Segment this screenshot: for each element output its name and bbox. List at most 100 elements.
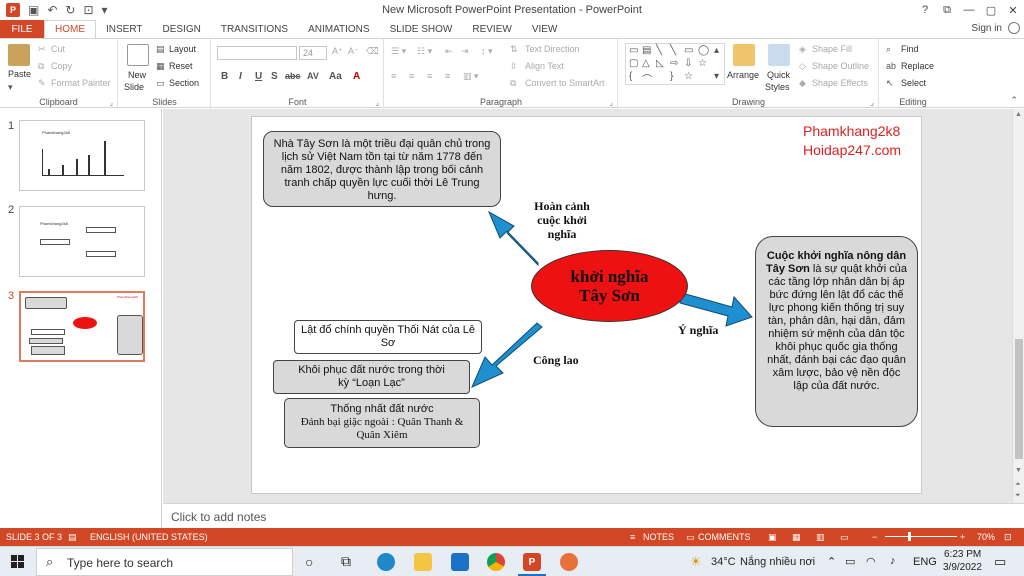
paste-dropdown-icon[interactable]: ▾ (8, 82, 13, 93)
achievement-unify-box[interactable]: Thống nhất đất nước Đánh bại giặc ngoài … (284, 398, 480, 448)
format-painter-icon[interactable]: ✎ (38, 78, 46, 89)
italic-button[interactable]: I (239, 71, 242, 82)
weather-temp[interactable]: 34°C (711, 556, 736, 568)
weather-icon[interactable]: ☀ (690, 554, 702, 570)
shapes-gallery[interactable]: ▭ ▤ ╲ ╲ ▭ ◯ ▢ △ ◺ ⇨ ⇩ ☆ { ⌒ } ☆ ▴ ▾ (625, 43, 725, 86)
scrollbar-thumb[interactable] (1015, 339, 1023, 459)
quick-styles-icon[interactable] (768, 44, 790, 66)
grow-font-icon[interactable]: A⁺ (332, 46, 343, 57)
new-slide-icon[interactable] (127, 44, 149, 66)
previous-slide-icon[interactable]: ⏶ (1015, 481, 1021, 489)
scroll-down-icon[interactable]: ▼ (1015, 467, 1022, 474)
shape-fill-icon[interactable]: ◈ (799, 44, 806, 55)
copy-button[interactable]: Copy (51, 61, 72, 71)
arrow-to-conglao[interactable] (471, 322, 543, 388)
copy-icon[interactable]: ⧉ (38, 61, 44, 72)
decrease-indent-icon[interactable]: ⇤ (445, 46, 453, 57)
shape-fill-button[interactable]: Shape Fill (812, 44, 852, 54)
numbering-icon[interactable]: ☷ ▾ (417, 46, 432, 57)
new-slide-button-line2[interactable]: Slide (124, 82, 144, 92)
section-button[interactable]: Section (169, 78, 199, 88)
paste-icon[interactable] (8, 44, 30, 66)
slide-sorter-icon[interactable]: ▦ (792, 532, 801, 543)
zoom-out-icon[interactable]: − (872, 532, 877, 542)
shape-rectangle-icon[interactable]: ▭ (684, 45, 693, 56)
maximize-button[interactable]: ▢ (980, 0, 1002, 20)
notes-icon[interactable]: ≡ (630, 532, 635, 542)
font-size-combo[interactable]: 24 (299, 46, 327, 60)
sign-in-link[interactable]: Sign in (971, 23, 1002, 34)
clock-date[interactable]: 3/9/2022 (943, 562, 982, 573)
shape-bracket-icon[interactable]: } (670, 71, 673, 82)
start-windows-icon[interactable] (11, 555, 25, 569)
cortana-icon[interactable]: ○ (305, 554, 313, 570)
context-textbox[interactable]: Nhà Tây Sơn là một triều đại quân chủ tr… (263, 131, 501, 207)
network-icon[interactable]: ▭ (845, 555, 855, 568)
arrange-button[interactable]: Arrange (727, 70, 759, 80)
select-icon[interactable]: ↖ (886, 78, 894, 89)
zoom-level[interactable]: 70% (977, 532, 995, 542)
label-y-nghia[interactable]: Ý nghĩa (678, 323, 718, 337)
shape-ltriangle-icon[interactable]: ◺ (656, 58, 664, 69)
text-direction-button[interactable]: Text Direction (525, 44, 580, 54)
tab-review[interactable]: REVIEW (462, 20, 521, 38)
reading-view-icon[interactable]: ▥ (816, 532, 825, 543)
help-icon[interactable]: ? (914, 0, 936, 20)
taskbar-search[interactable]: ⌕ Type here to search (36, 548, 293, 576)
align-center-icon[interactable]: ≡ (409, 71, 414, 81)
comments-icon[interactable]: ▭ (686, 532, 695, 543)
shrink-font-icon[interactable]: A⁻ (348, 46, 359, 57)
powerpoint-taskbar-icon[interactable]: P (523, 553, 541, 571)
columns-icon[interactable]: ▥ ▾ (463, 71, 479, 82)
format-painter-button[interactable]: Format Painter (51, 78, 111, 88)
slide-3[interactable]: Nhà Tây Sơn là một triều đại quân chủ tr… (251, 116, 922, 494)
shape-textbox-icon[interactable]: ▤ (642, 45, 651, 56)
clipboard-launcher-icon[interactable]: ⌟ (109, 98, 113, 107)
file-explorer-icon[interactable] (414, 553, 432, 571)
meaning-textbox[interactable]: Cuộc khởi nghĩa nông dân Tây Sơn là sự q… (755, 236, 918, 427)
shape-brace-icon[interactable]: { (629, 71, 632, 82)
section-icon[interactable]: ▭ (156, 78, 165, 89)
watermark-author[interactable]: Phamkhang2k8 (803, 122, 900, 141)
zoom-slider-knob[interactable] (908, 532, 911, 541)
increase-indent-icon[interactable]: ⇥ (461, 46, 469, 57)
fit-slide-icon[interactable]: ⊡ (1004, 532, 1012, 543)
zoom-in-icon[interactable]: + (960, 532, 965, 542)
arrange-icon[interactable] (733, 44, 755, 66)
quick-styles-button[interactable]: Quick (767, 70, 790, 80)
achievement-overthrow-box[interactable]: Lật đổ chính quyền Thối Nát của Lê Sơ (294, 320, 482, 354)
notifications-icon[interactable]: ▭ (994, 554, 1006, 570)
cut-button[interactable]: Cut (51, 44, 65, 54)
select-button[interactable]: Select (901, 78, 926, 88)
center-ellipse[interactable]: khởi nghĩa Tây Sơn (531, 250, 688, 322)
shape-triangle-icon[interactable]: △ (642, 58, 650, 69)
clock-time[interactable]: 6:23 PM (944, 549, 981, 560)
find-icon[interactable]: ⌕ (886, 44, 891, 55)
redo-icon[interactable]: ↻ (65, 3, 75, 17)
close-button[interactable]: ✕ (1002, 0, 1024, 20)
notes-pane[interactable]: Click to add notes (163, 503, 1024, 528)
text-direction-icon[interactable]: ⇅ (510, 44, 518, 55)
shape-rect-icon[interactable]: ▭ (629, 45, 638, 56)
notes-placeholder[interactable]: Click to add notes (171, 510, 266, 524)
tab-transitions[interactable]: TRANSITIONS (211, 20, 298, 38)
notes-toggle[interactable]: NOTES (643, 532, 674, 542)
shape-down-arrow-icon[interactable]: ⇩ (684, 58, 692, 69)
chrome-icon[interactable] (487, 553, 505, 571)
label-hoan-canh[interactable]: Hoàn cảnh cuộc khởi nghĩa (522, 199, 602, 241)
slideshow-icon[interactable]: ▭ (840, 532, 849, 543)
shapes-more-icon[interactable]: ▾ (714, 71, 719, 82)
snipping-tool-icon[interactable] (560, 553, 578, 571)
slide-thumbnail-2[interactable]: Phamkhang2k8 (19, 206, 145, 277)
strikethrough-button[interactable]: abc (285, 71, 301, 81)
feedback-smiley-icon[interactable] (1008, 22, 1020, 34)
undo-icon[interactable]: ↶ (47, 3, 57, 17)
edge-icon[interactable] (377, 553, 395, 571)
font-name-combo[interactable] (217, 46, 297, 60)
reset-icon[interactable]: ▦ (156, 61, 165, 72)
cut-icon[interactable]: ✂ (38, 44, 46, 55)
drawing-launcher-icon[interactable]: ⌟ (870, 98, 874, 107)
tab-file[interactable]: FILE (0, 20, 44, 38)
quick-styles-button-line2[interactable]: Styles (765, 82, 790, 92)
shape-curve-icon[interactable]: ⌒ (642, 71, 652, 86)
